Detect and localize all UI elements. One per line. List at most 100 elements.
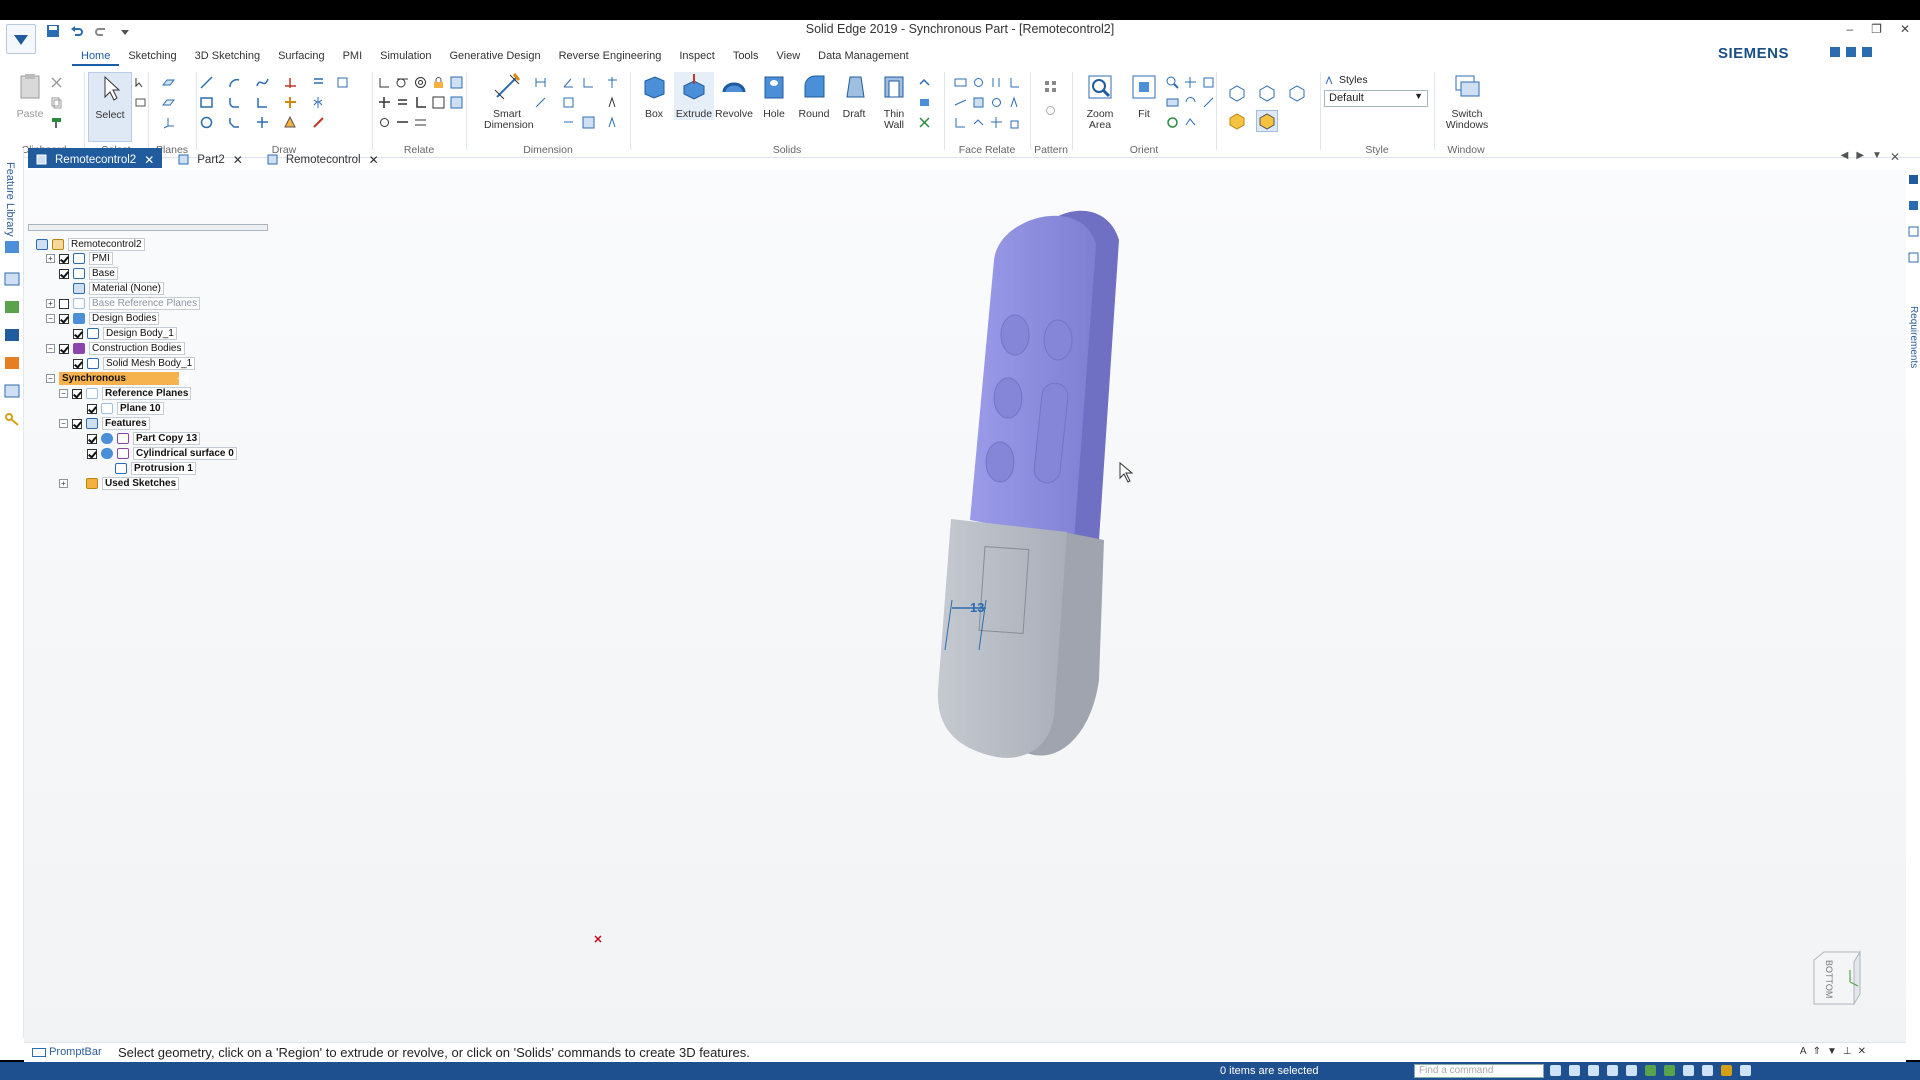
connect-icon[interactable] xyxy=(378,76,391,89)
thin-wall-button[interactable]: Thin Wall xyxy=(874,72,914,131)
cut-icon[interactable] xyxy=(50,76,63,89)
coplanar-icon[interactable] xyxy=(954,76,967,89)
equal-radius-icon[interactable] xyxy=(1008,96,1021,109)
fit-button[interactable]: Fit xyxy=(1124,72,1164,120)
doc-icon[interactable] xyxy=(1908,226,1919,237)
rectangular-pattern-icon[interactable] xyxy=(1044,80,1057,93)
panel-icon[interactable] xyxy=(1862,47,1872,57)
more-planes-icon[interactable] xyxy=(162,96,175,109)
select-button[interactable]: Select xyxy=(88,72,132,142)
go-icon[interactable] xyxy=(1550,1065,1561,1076)
pan-icon[interactable] xyxy=(1184,76,1197,89)
arc-icon[interactable] xyxy=(228,76,241,89)
rectangle-icon[interactable] xyxy=(200,96,213,109)
parallel-face-icon[interactable] xyxy=(990,76,1003,89)
tangent-face-icon[interactable] xyxy=(954,96,967,109)
circle-icon[interactable] xyxy=(200,116,213,129)
offset-face-icon[interactable] xyxy=(990,96,1003,109)
tab-sketching[interactable]: Sketching xyxy=(119,48,185,66)
coordinate-dimension-icon[interactable] xyxy=(582,76,595,89)
doc-tab-remotecontrol2[interactable]: Remotecontrol2 ✕ xyxy=(28,148,163,168)
layers-icon[interactable] xyxy=(4,272,20,286)
round-button[interactable]: Round xyxy=(794,72,834,120)
styles-button[interactable]: Styles xyxy=(1324,74,1368,86)
box-button[interactable]: Box xyxy=(634,72,674,120)
trimetric-view-icon[interactable] xyxy=(1288,84,1306,102)
copy-icon[interactable] xyxy=(50,96,63,109)
sketch-view-icon[interactable] xyxy=(1202,96,1215,109)
help-icon[interactable] xyxy=(1908,200,1919,211)
tab-pmi[interactable]: PMI xyxy=(334,48,372,66)
remote-top-body[interactable] xyxy=(970,210,1119,540)
maintain-relationships-icon[interactable] xyxy=(450,96,463,109)
move-icon[interactable] xyxy=(284,96,297,109)
draft-button[interactable]: Draft xyxy=(834,72,874,120)
revolve-button[interactable]: Revolve xyxy=(714,72,754,120)
render-status-icon[interactable] xyxy=(1645,1065,1656,1076)
pin-icon[interactable]: ⊥ xyxy=(1843,1046,1852,1057)
tab-surfacing[interactable]: Surfacing xyxy=(269,48,333,66)
add-body-icon[interactable] xyxy=(918,96,931,109)
close-tab-icon[interactable]: ✕ xyxy=(144,153,154,167)
tab-home[interactable]: Home xyxy=(72,48,120,66)
horizontal-vertical-icon[interactable] xyxy=(378,96,391,109)
chevron-down-icon[interactable]: ▼ xyxy=(1827,1046,1837,1057)
rotate-status-icon[interactable] xyxy=(1626,1065,1637,1076)
requirements-icon[interactable] xyxy=(1908,252,1919,263)
collinear-icon[interactable] xyxy=(396,116,409,129)
key-icon[interactable] xyxy=(4,412,20,426)
aligned-holes-icon[interactable] xyxy=(954,116,967,129)
perpendicular-face-icon[interactable] xyxy=(1008,76,1021,89)
ground-face-icon[interactable] xyxy=(1008,116,1021,129)
symmetric-face-icon[interactable] xyxy=(972,96,985,109)
project-icon[interactable] xyxy=(336,76,349,89)
dimension-value[interactable]: 13 xyxy=(970,600,984,615)
style-dropdown[interactable]: Default ▼ xyxy=(1324,90,1428,107)
layout-icon[interactable] xyxy=(1846,47,1856,57)
mirror-icon[interactable] xyxy=(312,96,325,109)
restore-button[interactable]: ❐ xyxy=(1871,22,1882,36)
fit-view-icon[interactable] xyxy=(1569,1065,1580,1076)
sketch-status-icon[interactable] xyxy=(1702,1065,1713,1076)
construction-icon[interactable] xyxy=(312,116,325,129)
properties-icon[interactable] xyxy=(1908,174,1919,185)
rigid-face-icon[interactable] xyxy=(972,116,985,129)
doc-tab-remotecontrol[interactable]: Remotecontrol ✕ xyxy=(259,148,387,168)
chamfer-dimension-icon[interactable] xyxy=(534,96,547,109)
application-menu-button[interactable] xyxy=(6,24,36,54)
paste-button[interactable]: Paste xyxy=(8,72,52,120)
cut-feature-icon[interactable] xyxy=(918,76,931,89)
line-icon[interactable] xyxy=(200,76,213,89)
offset-icon[interactable] xyxy=(312,76,325,89)
smart-dimension-button[interactable]: Smart Dimension xyxy=(484,72,534,131)
remote-bottom-body[interactable] xyxy=(937,519,1104,758)
model-canvas[interactable]: 13 xyxy=(24,170,1906,1042)
relationship-assistant-icon[interactable] xyxy=(450,76,463,89)
extend-icon[interactable] xyxy=(256,96,269,109)
zoom-icon[interactable] xyxy=(1166,76,1179,89)
scale-icon[interactable] xyxy=(284,116,297,129)
help-options-icon[interactable] xyxy=(1830,47,1840,57)
minimize-button[interactable]: – xyxy=(1846,22,1853,36)
promptbar-label[interactable]: PromptBar xyxy=(32,1046,102,1058)
tab-reverse-engineering[interactable]: Reverse Engineering xyxy=(550,48,671,66)
pan-status-icon[interactable] xyxy=(1607,1065,1618,1076)
curve-icon[interactable] xyxy=(256,76,269,89)
shaded-with-edges-icon[interactable] xyxy=(1256,110,1278,132)
pathfinder-icon[interactable] xyxy=(4,240,20,254)
view-cube[interactable]: BOTTOM xyxy=(1810,948,1862,1006)
graphics-viewport[interactable]: Remotecontrol2 + PMI Base Material (None… xyxy=(24,170,1906,1042)
selection-filter-icon[interactable] xyxy=(134,76,147,89)
mirror-feature-icon[interactable] xyxy=(918,116,931,129)
extrude-button[interactable]: Extrude xyxy=(674,72,714,120)
dimetric-view-icon[interactable] xyxy=(1258,84,1276,102)
previous-view-icon[interactable] xyxy=(1166,96,1179,109)
trim-icon[interactable] xyxy=(284,76,297,89)
chamfer-icon[interactable] xyxy=(228,116,241,129)
shaded-icon[interactable] xyxy=(1228,112,1246,130)
symmetric-diameter-icon[interactable] xyxy=(606,76,619,89)
split-icon[interactable] xyxy=(256,116,269,129)
tab-3d-sketching[interactable]: 3D Sketching xyxy=(186,48,269,66)
angle-between-icon[interactable] xyxy=(562,76,575,89)
variables-icon[interactable] xyxy=(4,384,20,398)
